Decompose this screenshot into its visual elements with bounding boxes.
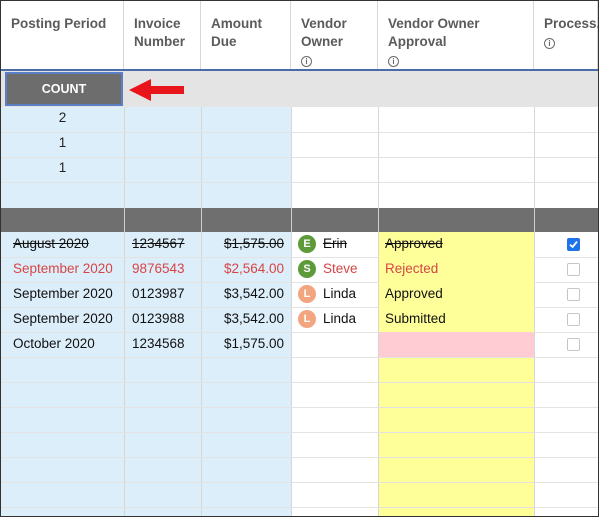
column-header-label: Invoice Number <box>134 16 186 49</box>
grid-sheet: Posting Period Invoice Number Amount Due Ve… <box>0 0 599 517</box>
posting-period-cell[interactable]: August 2020 <box>13 236 89 252</box>
amount-due-cell[interactable]: $1,575.00 <box>201 236 284 252</box>
arrow-shape <box>129 79 184 101</box>
posting-period-cell[interactable]: October 2020 <box>13 336 95 352</box>
column-header-label: Posting Period <box>11 16 107 31</box>
red-arrow-pointer <box>129 79 184 101</box>
owner-avatar: S <box>298 260 316 278</box>
posting-period-cell[interactable]: September 2020 <box>13 311 113 327</box>
info-icon[interactable]: i <box>544 38 555 49</box>
amount-due-cell[interactable]: $3,542.00 <box>201 311 284 327</box>
amount-due-cell[interactable]: $2,564.00 <box>201 261 284 277</box>
processed-checkbox[interactable] <box>567 238 580 251</box>
column-header-label: Vendor Owner <box>301 16 347 49</box>
row-divider <box>1 132 598 133</box>
processed-checkbox[interactable] <box>567 338 580 351</box>
row-divider <box>1 357 598 358</box>
row-divider <box>1 457 598 458</box>
info-icon[interactable]: i <box>301 56 312 67</box>
row-divider <box>1 432 598 433</box>
vendor-owner-name[interactable]: Linda <box>323 286 356 302</box>
invoice-number-cell[interactable]: 1234568 <box>132 336 185 352</box>
amount-due-cell[interactable]: $1,575.00 <box>201 336 284 352</box>
column-header-invoice-number[interactable]: Invoice Number <box>124 1 201 69</box>
column-header-posting-period[interactable]: Posting Period <box>1 1 124 69</box>
checkmark-icon <box>569 241 578 249</box>
approval-cell-bg <box>379 332 534 357</box>
column-header-processed[interactable]: Process... i <box>534 1 598 69</box>
column-header-vendor-owner[interactable]: Vendor Owner i <box>291 1 378 69</box>
owner-avatar: L <box>298 310 316 328</box>
invoice-number-cell[interactable]: 1234567 <box>132 236 185 252</box>
owner-avatar: L <box>298 285 316 303</box>
row-divider <box>1 507 598 508</box>
vendor-owner-name[interactable]: Steve <box>323 261 358 277</box>
column-header-label: Process... <box>544 16 598 31</box>
processed-checkbox[interactable] <box>567 263 580 276</box>
count-summary-cell[interactable]: COUNT <box>5 72 123 106</box>
processed-checkbox[interactable] <box>567 313 580 326</box>
count-value: 1 <box>58 160 67 175</box>
invoice-number-cell[interactable]: 0123988 <box>132 311 185 327</box>
invoice-number-cell[interactable]: 9876543 <box>132 261 185 277</box>
row-divider <box>1 157 598 158</box>
row-divider <box>1 382 598 383</box>
count-value: 1 <box>58 135 67 150</box>
posting-period-cell[interactable]: September 2020 <box>13 261 113 277</box>
info-icon[interactable]: i <box>388 56 399 67</box>
column-header-vendor-owner-approval[interactable]: Vendor Owner Approval i <box>378 1 534 69</box>
vendor-owner-name[interactable]: Erin <box>323 236 347 252</box>
count-value: 2 <box>58 110 67 125</box>
column-header-amount-due[interactable]: Amount Due <box>201 1 291 69</box>
approval-status-cell[interactable]: Submitted <box>385 311 446 327</box>
processed-checkbox[interactable] <box>567 288 580 301</box>
column-header-label: Vendor Owner Approval <box>388 16 480 49</box>
column-header-label: Amount Due <box>211 16 262 49</box>
approval-status-cell[interactable]: Rejected <box>385 261 438 277</box>
approval-status-cell[interactable]: Approved <box>385 236 443 252</box>
owner-avatar: E <box>298 235 316 253</box>
row-divider <box>1 182 598 183</box>
row-divider <box>1 407 598 408</box>
approval-status-cell[interactable]: Approved <box>385 286 443 302</box>
invoice-number-cell[interactable]: 0123987 <box>132 286 185 302</box>
amount-due-cell[interactable]: $3,542.00 <box>201 286 284 302</box>
approval-column-bg <box>378 357 534 516</box>
posting-period-cell[interactable]: September 2020 <box>13 286 113 302</box>
group-divider-row <box>1 208 598 232</box>
vendor-owner-name[interactable]: Linda <box>323 311 356 327</box>
row-divider <box>1 482 598 483</box>
